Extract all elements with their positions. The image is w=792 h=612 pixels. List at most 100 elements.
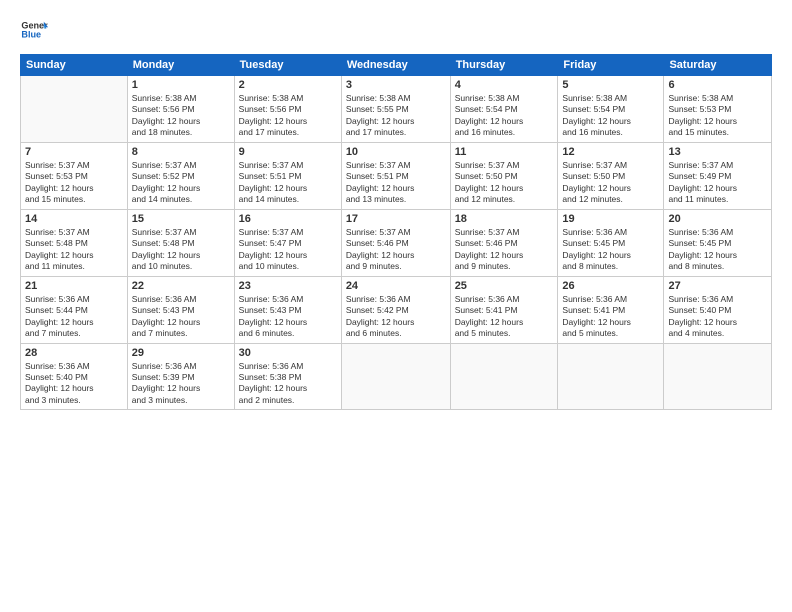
calendar-cell: 23 Sunrise: 5:36 AM Sunset: 5:43 PM Dayli… — [234, 276, 341, 343]
day-info: Sunrise: 5:38 AM Sunset: 5:54 PM Dayligh… — [455, 93, 554, 139]
day-info: Sunrise: 5:38 AM Sunset: 5:54 PM Dayligh… — [562, 93, 659, 139]
calendar-cell: 1 Sunrise: 5:38 AM Sunset: 5:56 PM Daylig… — [127, 76, 234, 143]
calendar-table: SundayMondayTuesdayWednesdayThursdayFrid… — [20, 54, 772, 410]
day-info: Sunrise: 5:36 AM Sunset: 5:44 PM Dayligh… — [25, 294, 123, 340]
day-info: Sunrise: 5:36 AM Sunset: 5:43 PM Dayligh… — [132, 294, 230, 340]
calendar-cell: 4 Sunrise: 5:38 AM Sunset: 5:54 PM Daylig… — [450, 76, 558, 143]
day-number: 1 — [132, 79, 230, 91]
calendar-cell: 13Sunrise: 5:37 AM Sunset: 5:49 PM Dayli… — [664, 142, 772, 209]
weekday-header-tuesday: Tuesday — [234, 55, 341, 76]
day-number: 22 — [132, 280, 230, 292]
day-info: Sunrise: 5:37 AM Sunset: 5:50 PM Dayligh… — [455, 160, 554, 206]
logo: General Blue — [20, 16, 48, 44]
day-number: 29 — [132, 347, 230, 359]
calendar-week-2: 7 Sunrise: 5:37 AM Sunset: 5:53 PM Daylig… — [21, 142, 772, 209]
weekday-header-thursday: Thursday — [450, 55, 558, 76]
day-number: 15 — [132, 213, 230, 225]
calendar-cell: 16 Sunrise: 5:37 AM Sunset: 5:47 PM Dayli… — [234, 209, 341, 276]
day-number: 7 — [25, 146, 123, 158]
day-number: 18 — [455, 213, 554, 225]
calendar-cell: 28 Sunrise: 5:36 AM Sunset: 5:40 PM Dayli… — [21, 343, 128, 410]
calendar-cell: 17 Sunrise: 5:37 AM Sunset: 5:46 PM Dayli… — [341, 209, 450, 276]
day-info: Sunrise: 5:36 AM Sunset: 5:43 PM Dayligh… — [239, 294, 337, 340]
calendar-cell: 3Sunrise: 5:38 AM Sunset: 5:55 PM Daylig… — [341, 76, 450, 143]
day-number: 24 — [346, 280, 446, 292]
day-number: 9 — [239, 146, 337, 158]
day-info: Sunrise: 5:36 AM Sunset: 5:38 PM Dayligh… — [239, 361, 337, 407]
calendar-cell: 24Sunrise: 5:36 AM Sunset: 5:42 PM Dayli… — [341, 276, 450, 343]
calendar-cell: 27 Sunrise: 5:36 AM Sunset: 5:40 PM Dayli… — [664, 276, 772, 343]
weekday-header-sunday: Sunday — [21, 55, 128, 76]
day-number: 6 — [668, 79, 767, 91]
calendar-cell — [664, 343, 772, 410]
calendar-cell: 2Sunrise: 5:38 AM Sunset: 5:56 PM Daylig… — [234, 76, 341, 143]
day-number: 5 — [562, 79, 659, 91]
weekday-header-friday: Friday — [558, 55, 664, 76]
svg-text:Blue: Blue — [21, 30, 41, 40]
calendar-cell: 12 Sunrise: 5:37 AM Sunset: 5:50 PM Dayli… — [558, 142, 664, 209]
calendar-cell: 5 Sunrise: 5:38 AM Sunset: 5:54 PM Daylig… — [558, 76, 664, 143]
day-info: Sunrise: 5:37 AM Sunset: 5:49 PM Dayligh… — [668, 160, 767, 206]
day-number: 8 — [132, 146, 230, 158]
day-number: 2 — [239, 79, 337, 91]
calendar-cell: 20 Sunrise: 5:36 AM Sunset: 5:45 PM Dayli… — [664, 209, 772, 276]
day-number: 27 — [668, 280, 767, 292]
day-number: 17 — [346, 213, 446, 225]
day-number: 21 — [25, 280, 123, 292]
day-info: Sunrise: 5:36 AM Sunset: 5:41 PM Dayligh… — [455, 294, 554, 340]
day-number: 23 — [239, 280, 337, 292]
day-number: 11 — [455, 146, 554, 158]
calendar-cell: 15Sunrise: 5:37 AM Sunset: 5:48 PM Dayli… — [127, 209, 234, 276]
calendar-header-row: SundayMondayTuesdayWednesdayThursdayFrid… — [21, 55, 772, 76]
day-number: 12 — [562, 146, 659, 158]
day-info: Sunrise: 5:37 AM Sunset: 5:53 PM Dayligh… — [25, 160, 123, 206]
day-info: Sunrise: 5:37 AM Sunset: 5:47 PM Dayligh… — [239, 227, 337, 273]
calendar-cell: 14Sunrise: 5:37 AM Sunset: 5:48 PM Dayli… — [21, 209, 128, 276]
logo-icon: General Blue — [20, 16, 48, 44]
weekday-header-wednesday: Wednesday — [341, 55, 450, 76]
day-info: Sunrise: 5:36 AM Sunset: 5:41 PM Dayligh… — [562, 294, 659, 340]
calendar-cell: 29 Sunrise: 5:36 AM Sunset: 5:39 PM Dayli… — [127, 343, 234, 410]
day-number: 30 — [239, 347, 337, 359]
calendar-cell — [21, 76, 128, 143]
calendar-cell: 18 Sunrise: 5:37 AM Sunset: 5:46 PM Dayli… — [450, 209, 558, 276]
calendar-cell: 21 Sunrise: 5:36 AM Sunset: 5:44 PM Dayli… — [21, 276, 128, 343]
calendar-cell: 8Sunrise: 5:37 AM Sunset: 5:52 PM Daylig… — [127, 142, 234, 209]
day-number: 19 — [562, 213, 659, 225]
day-number: 16 — [239, 213, 337, 225]
day-info: Sunrise: 5:36 AM Sunset: 5:40 PM Dayligh… — [25, 361, 123, 407]
calendar-cell: 10 Sunrise: 5:37 AM Sunset: 5:51 PM Dayli… — [341, 142, 450, 209]
calendar-cell: 30 Sunrise: 5:36 AM Sunset: 5:38 PM Dayli… — [234, 343, 341, 410]
calendar-cell: 6Sunrise: 5:38 AM Sunset: 5:53 PM Daylig… — [664, 76, 772, 143]
calendar-cell: 26 Sunrise: 5:36 AM Sunset: 5:41 PM Dayli… — [558, 276, 664, 343]
calendar-cell: 25 Sunrise: 5:36 AM Sunset: 5:41 PM Dayli… — [450, 276, 558, 343]
day-info: Sunrise: 5:38 AM Sunset: 5:56 PM Dayligh… — [132, 93, 230, 139]
calendar-cell: 7 Sunrise: 5:37 AM Sunset: 5:53 PM Daylig… — [21, 142, 128, 209]
weekday-header-saturday: Saturday — [664, 55, 772, 76]
calendar-week-4: 21 Sunrise: 5:36 AM Sunset: 5:44 PM Dayli… — [21, 276, 772, 343]
day-number: 14 — [25, 213, 123, 225]
calendar-cell: 19 Sunrise: 5:36 AM Sunset: 5:45 PM Dayli… — [558, 209, 664, 276]
calendar-week-1: 1 Sunrise: 5:38 AM Sunset: 5:56 PM Daylig… — [21, 76, 772, 143]
day-info: Sunrise: 5:36 AM Sunset: 5:45 PM Dayligh… — [562, 227, 659, 273]
day-info: Sunrise: 5:37 AM Sunset: 5:50 PM Dayligh… — [562, 160, 659, 206]
day-number: 25 — [455, 280, 554, 292]
calendar-cell: 22 Sunrise: 5:36 AM Sunset: 5:43 PM Dayli… — [127, 276, 234, 343]
day-info: Sunrise: 5:36 AM Sunset: 5:40 PM Dayligh… — [668, 294, 767, 340]
day-number: 4 — [455, 79, 554, 91]
day-number: 28 — [25, 347, 123, 359]
day-number: 20 — [668, 213, 767, 225]
page-header: General Blue — [20, 16, 772, 44]
day-info: Sunrise: 5:38 AM Sunset: 5:55 PM Dayligh… — [346, 93, 446, 139]
day-number: 26 — [562, 280, 659, 292]
calendar-week-5: 28 Sunrise: 5:36 AM Sunset: 5:40 PM Dayli… — [21, 343, 772, 410]
day-info: Sunrise: 5:36 AM Sunset: 5:45 PM Dayligh… — [668, 227, 767, 273]
day-info: Sunrise: 5:37 AM Sunset: 5:46 PM Dayligh… — [346, 227, 446, 273]
day-info: Sunrise: 5:37 AM Sunset: 5:46 PM Dayligh… — [455, 227, 554, 273]
calendar-week-3: 14Sunrise: 5:37 AM Sunset: 5:48 PM Dayli… — [21, 209, 772, 276]
day-info: Sunrise: 5:36 AM Sunset: 5:39 PM Dayligh… — [132, 361, 230, 407]
calendar-cell — [450, 343, 558, 410]
day-info: Sunrise: 5:37 AM Sunset: 5:51 PM Dayligh… — [346, 160, 446, 206]
day-number: 10 — [346, 146, 446, 158]
calendar-cell — [558, 343, 664, 410]
